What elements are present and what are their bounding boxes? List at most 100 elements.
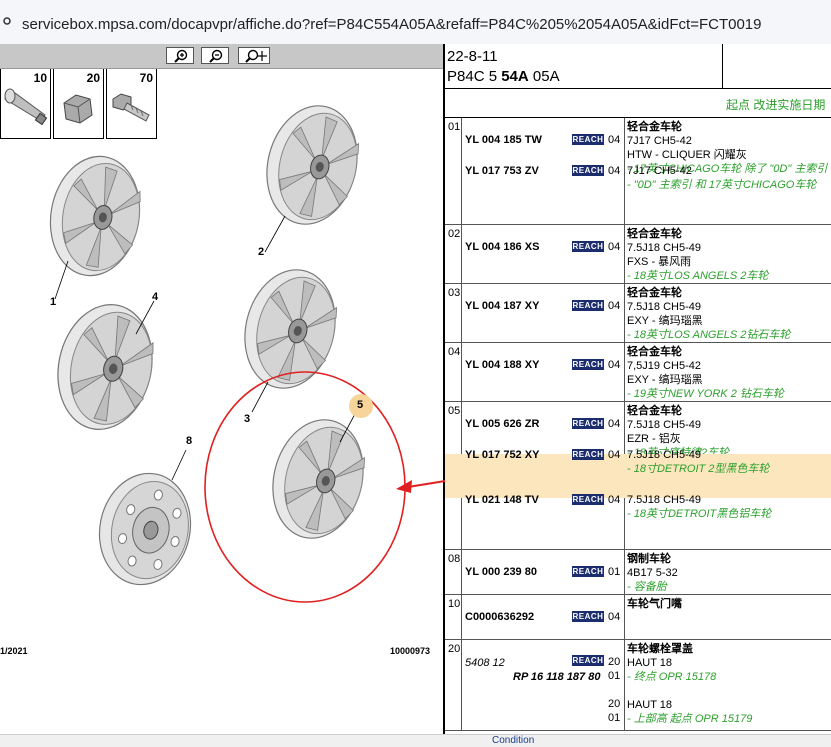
part-reference[interactable]: C0000636292 [465, 611, 534, 623]
implementation-label: 起点 改进实施日期 [726, 98, 826, 112]
description-line: - 18寸DETROIT 2型黑色车轮 [627, 463, 770, 475]
description-line: 7J17 CH5-42 [627, 135, 692, 147]
callout-1[interactable]: 1 [50, 296, 56, 308]
part-description: 轻合金车轮 7.5J18 CH5-49 FXS - 暴风雨 - 18英寸LOS ANG… [627, 227, 768, 283]
description-line: - 终点 OPR 15178 [627, 671, 717, 683]
part-description: 车轮气门嘴 [627, 597, 682, 611]
wheel-1-image [40, 148, 150, 284]
reach-badge[interactable]: REACH [572, 359, 604, 370]
description-line: 车轮气门嘴 [627, 598, 682, 610]
quantity: 01 [608, 670, 621, 682]
description-line: 7.5J18 CH5-49 [627, 494, 701, 506]
parts-header: 22-8-11 P84C 5 54A 05A [445, 44, 831, 89]
callout-8[interactable]: 8 [186, 435, 192, 447]
description-line: 轻合金车轮 [627, 346, 682, 358]
part-description: 钢制车轮 4B17 5-32 - 容备胎 [627, 552, 678, 594]
part-group-08[interactable]: 08 YL 000 239 80 REACH 01 钢制车轮 4B17 5-32 - 容备胎 [445, 550, 831, 595]
description-line: - 上部高 起点 OPR 15179 [627, 713, 753, 725]
part-group-01[interactable]: 01 YL 004 185 TW REACH 04 轻合金车轮 7J17 CH5-42 HT… [445, 118, 831, 225]
group-number: 10 [448, 598, 461, 610]
part-reference[interactable]: YL 004 185 TW [465, 134, 542, 146]
part-description: 7J17 CH5-42 - "0D" 主索引 和 17英寸CHICAGO车轮 [627, 164, 816, 192]
part-group-05[interactable]: 05 YL 005 626 ZR REACH 04 轻合金车轮 7.5J18 CH5-49… [445, 402, 831, 550]
callout-4[interactable]: 4 [152, 291, 158, 303]
part-reference[interactable]: YL 017 753 ZV [465, 165, 539, 177]
quantity: 04 [608, 611, 621, 623]
part-reference[interactable]: YL 004 187 XY [465, 300, 539, 312]
description-line: EZR - 铝灰 [627, 433, 681, 445]
quantity: 20 [608, 656, 621, 668]
part-reference[interactable]: YL 004 186 XS [465, 241, 539, 253]
description-line: FXS - 暴风雨 [627, 256, 692, 268]
quantity: 20 [608, 698, 621, 710]
reach-badge[interactable]: REACH [572, 611, 604, 622]
reach-badge[interactable]: REACH [572, 566, 604, 577]
description-line: HTW - CLIQUER 闪耀灰 [627, 149, 747, 161]
part-reference[interactable]: YL 000 239 80 [465, 566, 537, 578]
callout-3[interactable]: 3 [244, 413, 250, 425]
address-bar[interactable]: servicebox.mpsa.com/docapvpr/affiche.do?… [0, 0, 831, 45]
wheel-5-image [260, 409, 376, 549]
description-line: - "0D" 主索引 和 17英寸CHICAGO车轮 [627, 179, 817, 191]
part-description: 轻合金车轮 7,5J19 CH5-42 EXY - 缟玛瑙黑 - 19英寸NEW YO… [627, 345, 784, 401]
part-group-03[interactable]: 03 YL 004 187 XY REACH 04 轻合金车轮 7.5J18 CH5-49… [445, 284, 831, 343]
reach-badge[interactable]: REACH [572, 165, 604, 176]
catalog-code: P84C 5 54A 05A [447, 68, 560, 85]
description-line: HAUT 18 [627, 699, 673, 711]
reach-badge[interactable]: REACH [572, 300, 604, 311]
part-group-10[interactable]: 10 C0000636292 REACH 04 车轮气门嘴 [445, 595, 831, 640]
description-line: 轻合金车轮 [627, 405, 682, 417]
site-info-icon[interactable] [2, 16, 12, 26]
quantity: 01 [608, 566, 621, 578]
callout-5[interactable]: 5 [357, 399, 363, 411]
description-line: 7.5J18 CH5-49 [627, 419, 701, 431]
implementation-bar: 起点 改进实施日期 [445, 89, 831, 118]
description-line: 7,5J19 CH5-42 [627, 360, 701, 372]
reach-badge[interactable]: REACH [572, 241, 604, 252]
description-line: 7.5J18 CH5-49 [627, 449, 701, 461]
url-text[interactable]: servicebox.mpsa.com/docapvpr/affiche.do?… [22, 16, 761, 33]
callout-2[interactable]: 2 [258, 246, 264, 258]
part-reference[interactable]: YL 021 148 TV [465, 494, 539, 506]
group-number: 03 [448, 287, 461, 299]
quantity: 04 [608, 494, 621, 506]
drawing-number: 10000973 [390, 646, 431, 656]
part-reference[interactable]: YL 005 626 ZR [465, 418, 539, 430]
part-description: 轻合金车轮 7.5J18 CH5-49 EXY - 缟玛瑙黑 - 18英寸LOS AN… [627, 286, 790, 342]
part-group-02[interactable]: 02 YL 004 186 XS REACH 04 轻合金车轮 7.5J18 CH5-49… [445, 225, 831, 284]
reach-badge[interactable]: REACH [572, 494, 604, 505]
group-number: 02 [448, 228, 461, 240]
wheel-3-image [232, 259, 348, 399]
group-number: 08 [448, 553, 461, 565]
description-line: - 18英寸LOS ANGELS 2车轮 [627, 270, 769, 282]
quantity: 04 [608, 300, 621, 312]
description-line: 轻合金车轮 [627, 121, 682, 133]
part-reference[interactable]: YL 004 188 XY [465, 359, 539, 371]
group-number: 05 [448, 405, 461, 417]
part-group-20[interactable]: 20 5408 12 RP 16 118 187 80 REACH 20 01 20 01 车轮… [445, 640, 831, 731]
part-group-04[interactable]: 04 YL 004 188 XY REACH 04 轻合金车轮 7,5J19 CH5-42… [445, 343, 831, 402]
description-line: 7.5J18 CH5-49 [627, 301, 701, 313]
quantity: 04 [608, 359, 621, 371]
part-description: 车轮螺栓罩盖 HAUT 18 - 终点 OPR 15178 HAUT 18 - 上部高 … [627, 642, 752, 726]
description-line: - 容备胎 [627, 581, 667, 593]
reach-badge[interactable]: REACH [572, 134, 604, 145]
illustration-pane: 10 20 70 1 2 3 4 5 8 1/2021 10000973 [0, 44, 443, 734]
part-reference[interactable]: YL 017 752 XY [465, 449, 539, 461]
part-reference-2[interactable]: RP 16 118 187 80 [513, 671, 600, 683]
wheel-8-image [98, 472, 192, 586]
reach-badge[interactable]: REACH [572, 655, 604, 666]
group-number: 20 [448, 643, 461, 655]
reach-badge[interactable]: REACH [572, 449, 604, 460]
description-line: EXY - 缟玛瑙黑 [627, 374, 703, 386]
description-line: 7J17 CH5-42 [627, 165, 692, 177]
quantity: 04 [608, 449, 621, 461]
part-reference[interactable]: 5408 12 [465, 657, 505, 669]
parts-pane: 22-8-11 P84C 5 54A 05A 起点 改进实施日期 01 YL 00… [445, 44, 831, 734]
description-line [627, 684, 752, 698]
description-line: - 18英寸LOS ANGELS 2钻石车轮 [627, 329, 791, 341]
condition-link[interactable]: Condition [492, 735, 534, 746]
description-line: EXY - 缟玛瑙黑 [627, 315, 703, 327]
reach-badge[interactable]: REACH [572, 418, 604, 429]
description-line: - 19英寸NEW YORK 2 钻石车轮 [627, 388, 784, 400]
